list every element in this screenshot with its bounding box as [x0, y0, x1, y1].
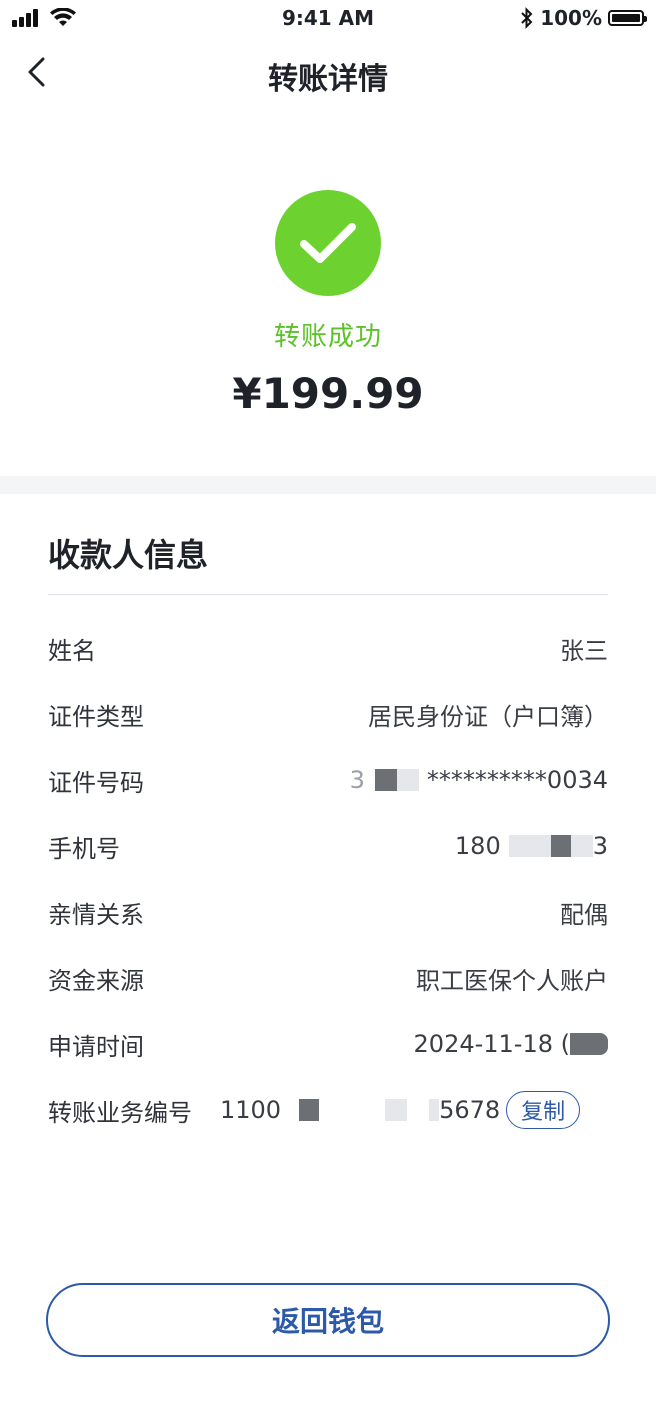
status-right: 100%	[520, 6, 647, 30]
nav-bar: 转账详情	[0, 44, 656, 102]
row-transfer-id: 转账业务编号 1100 5678 复制	[48, 1090, 608, 1130]
card-divider	[48, 594, 608, 595]
redaction-mask	[385, 1099, 408, 1121]
row-id-number: 证件号码 3 **********0034	[48, 760, 608, 800]
transfer-id-suffix: 5678	[439, 1096, 501, 1124]
row-name: 姓名 张三	[48, 628, 608, 668]
row-fund-source: 资金来源 职工医保个人账户	[48, 958, 608, 998]
page-title: 转账详情	[268, 62, 388, 97]
row-label: 证件类型	[48, 702, 144, 731]
section-divider	[0, 476, 656, 494]
phone-prefix: 180	[454, 832, 501, 860]
payee-info-title: 收款人信息	[48, 536, 209, 574]
row-phone: 手机号 180 3	[48, 826, 608, 866]
return-wallet-button[interactable]: 返回钱包	[46, 1283, 610, 1357]
row-value-group: 1100 5678 复制	[220, 1091, 581, 1129]
battery-icon	[608, 10, 647, 26]
id-number-value: **********0034	[426, 766, 608, 794]
phone-suffix: 3	[592, 832, 608, 860]
row-label: 证件号码	[48, 768, 144, 797]
copy-button[interactable]: 复制	[506, 1091, 581, 1129]
row-value-group: 2024-11-18 (	[414, 1030, 608, 1058]
transfer-result: 转账成功 ¥199.99	[0, 190, 656, 418]
row-label: 转账业务编号	[48, 1098, 192, 1127]
row-value: 居民身份证（户口簿）	[368, 702, 608, 731]
row-value-group: 180 3	[455, 832, 608, 860]
transfer-amount: ¥199.99	[232, 369, 424, 418]
redaction-mask	[374, 769, 397, 791]
row-relation: 亲情关系 配偶	[48, 892, 608, 932]
redaction-mask	[570, 835, 593, 857]
row-value: 职工医保个人账户	[416, 966, 608, 995]
redaction-mask	[396, 769, 419, 791]
bluetooth-icon	[521, 7, 533, 29]
redaction-mask	[508, 835, 551, 857]
apply-time-value: 2024-11-18 (	[413, 1030, 570, 1058]
row-value-group: 3 **********0034	[350, 766, 608, 794]
row-label: 手机号	[48, 834, 120, 863]
row-value: 配偶	[560, 900, 608, 929]
battery-percent: 100%	[540, 6, 602, 30]
redaction-mask	[299, 1099, 320, 1121]
row-label: 姓名	[48, 636, 96, 665]
id-number-prefix: 3	[349, 766, 365, 794]
row-label: 资金来源	[48, 966, 144, 995]
redaction-mask	[550, 835, 571, 857]
redaction-mask	[570, 1033, 608, 1055]
transfer-id-prefix: 1100	[220, 1096, 282, 1124]
status-bar: 9:41 AM 100%	[0, 0, 656, 40]
row-id-type: 证件类型 居民身份证（户口簿）	[48, 694, 608, 734]
row-label: 亲情关系	[48, 900, 144, 929]
transfer-status: 转账成功	[273, 322, 382, 352]
checkmark-icon	[275, 190, 381, 296]
row-label: 申请时间	[48, 1032, 144, 1061]
row-value: 张三	[560, 636, 608, 665]
row-apply-time: 申请时间 2024-11-18 (	[48, 1024, 608, 1064]
redaction-mask	[429, 1099, 440, 1121]
